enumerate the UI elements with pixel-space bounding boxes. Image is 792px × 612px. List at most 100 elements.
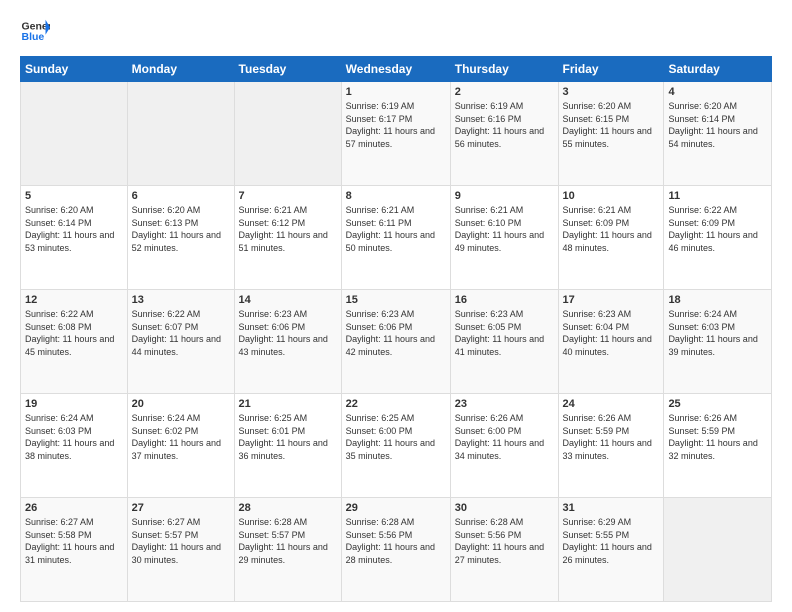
week-row-2: 5Sunrise: 6:20 AM Sunset: 6:14 PM Daylig…: [21, 186, 772, 290]
week-row-5: 26 Sunrise: 6:27 AM Sunset: 5:58 PM Dayli…: [21, 498, 772, 602]
day-number: 18: [668, 294, 767, 306]
day-info: Sunrise: 6:23 AM Sunset: 6:05 PM Dayligh…: [455, 308, 554, 358]
day-number: 20: [132, 398, 230, 410]
day-number: 11: [668, 190, 767, 202]
calendar-cell: 15Sunrise: 6:23 AM Sunset: 6:06 PM Dayli…: [341, 290, 450, 394]
calendar-cell: 12 Sunrise: 6:22 AM Sunset: 6:08 PM Dayli…: [21, 290, 128, 394]
calendar-cell: 7 Sunrise: 6:21 AM Sunset: 6:12 PM Daylig…: [234, 186, 341, 290]
calendar-cell: 6Sunrise: 6:20 AM Sunset: 6:13 PM Daylig…: [127, 186, 234, 290]
day-number: 26: [25, 502, 123, 514]
day-number: 27: [132, 502, 230, 514]
day-info: Sunrise: 6:21 AM Sunset: 6:10 PM Dayligh…: [455, 204, 554, 254]
day-info: Sunrise: 6:20 AM Sunset: 6:15 PM Dayligh…: [563, 100, 660, 150]
day-info: Sunrise: 6:26 AM Sunset: 6:00 PM Dayligh…: [455, 412, 554, 462]
day-number: 19: [25, 398, 123, 410]
calendar-cell: 20 Sunrise: 6:24 AM Sunset: 6:02 PM Dayli…: [127, 394, 234, 498]
calendar-cell: 26 Sunrise: 6:27 AM Sunset: 5:58 PM Dayli…: [21, 498, 128, 602]
calendar-cell: 25Sunrise: 6:26 AM Sunset: 5:59 PM Dayli…: [664, 394, 772, 498]
days-header-row: SundayMondayTuesdayWednesdayThursdayFrid…: [21, 57, 772, 82]
day-info: Sunrise: 6:21 AM Sunset: 6:11 PM Dayligh…: [346, 204, 446, 254]
day-header-wednesday: Wednesday: [341, 57, 450, 82]
day-number: 24: [563, 398, 660, 410]
calendar-cell: [664, 498, 772, 602]
day-info: Sunrise: 6:28 AM Sunset: 5:56 PM Dayligh…: [455, 516, 554, 566]
day-number: 16: [455, 294, 554, 306]
day-info: Sunrise: 6:23 AM Sunset: 6:06 PM Dayligh…: [239, 308, 337, 358]
day-header-thursday: Thursday: [450, 57, 558, 82]
day-info: Sunrise: 6:25 AM Sunset: 6:01 PM Dayligh…: [239, 412, 337, 462]
calendar-cell: 5Sunrise: 6:20 AM Sunset: 6:14 PM Daylig…: [21, 186, 128, 290]
week-row-1: 1 Sunrise: 6:19 AM Sunset: 6:17 PM Daylig…: [21, 82, 772, 186]
day-number: 13: [132, 294, 230, 306]
day-number: 28: [239, 502, 337, 514]
calendar-cell: 13 Sunrise: 6:22 AM Sunset: 6:07 PM Dayli…: [127, 290, 234, 394]
calendar-cell: 10 Sunrise: 6:21 AM Sunset: 6:09 PM Dayli…: [558, 186, 664, 290]
logo-icon: General Blue: [20, 16, 50, 46]
day-number: 12: [25, 294, 123, 306]
calendar-cell: [21, 82, 128, 186]
day-info: Sunrise: 6:27 AM Sunset: 5:57 PM Dayligh…: [132, 516, 230, 566]
calendar-cell: 27 Sunrise: 6:27 AM Sunset: 5:57 PM Dayli…: [127, 498, 234, 602]
day-info: Sunrise: 6:22 AM Sunset: 6:07 PM Dayligh…: [132, 308, 230, 358]
day-number: 25: [668, 398, 767, 410]
day-number: 21: [239, 398, 337, 410]
calendar-cell: 18Sunrise: 6:24 AM Sunset: 6:03 PM Dayli…: [664, 290, 772, 394]
calendar-cell: 19 Sunrise: 6:24 AM Sunset: 6:03 PM Dayli…: [21, 394, 128, 498]
day-info: Sunrise: 6:28 AM Sunset: 5:57 PM Dayligh…: [239, 516, 337, 566]
day-info: Sunrise: 6:22 AM Sunset: 6:08 PM Dayligh…: [25, 308, 123, 358]
calendar-cell: 28 Sunrise: 6:28 AM Sunset: 5:57 PM Dayli…: [234, 498, 341, 602]
calendar-cell: 21 Sunrise: 6:25 AM Sunset: 6:01 PM Dayli…: [234, 394, 341, 498]
calendar-cell: 9 Sunrise: 6:21 AM Sunset: 6:10 PM Daylig…: [450, 186, 558, 290]
day-info: Sunrise: 6:26 AM Sunset: 5:59 PM Dayligh…: [563, 412, 660, 462]
day-header-sunday: Sunday: [21, 57, 128, 82]
day-info: Sunrise: 6:20 AM Sunset: 6:14 PM Dayligh…: [668, 100, 767, 150]
day-info: Sunrise: 6:23 AM Sunset: 6:06 PM Dayligh…: [346, 308, 446, 358]
header: General Blue: [20, 16, 772, 46]
calendar-cell: 17 Sunrise: 6:23 AM Sunset: 6:04 PM Dayli…: [558, 290, 664, 394]
calendar-cell: 23Sunrise: 6:26 AM Sunset: 6:00 PM Dayli…: [450, 394, 558, 498]
week-row-4: 19 Sunrise: 6:24 AM Sunset: 6:03 PM Dayli…: [21, 394, 772, 498]
svg-text:Blue: Blue: [22, 31, 45, 43]
day-header-friday: Friday: [558, 57, 664, 82]
calendar-cell: 24 Sunrise: 6:26 AM Sunset: 5:59 PM Dayli…: [558, 394, 664, 498]
calendar-cell: 8 Sunrise: 6:21 AM Sunset: 6:11 PM Daylig…: [341, 186, 450, 290]
day-number: 14: [239, 294, 337, 306]
day-info: Sunrise: 6:21 AM Sunset: 6:12 PM Dayligh…: [239, 204, 337, 254]
week-row-3: 12 Sunrise: 6:22 AM Sunset: 6:08 PM Dayli…: [21, 290, 772, 394]
day-info: Sunrise: 6:24 AM Sunset: 6:03 PM Dayligh…: [25, 412, 123, 462]
day-number: 9: [455, 190, 554, 202]
day-info: Sunrise: 6:25 AM Sunset: 6:00 PM Dayligh…: [346, 412, 446, 462]
day-number: 7: [239, 190, 337, 202]
day-info: Sunrise: 6:19 AM Sunset: 6:17 PM Dayligh…: [346, 100, 446, 150]
day-number: 31: [563, 502, 660, 514]
day-number: 17: [563, 294, 660, 306]
calendar-cell: 3Sunrise: 6:20 AM Sunset: 6:15 PM Daylig…: [558, 82, 664, 186]
logo: General Blue: [20, 16, 50, 46]
day-number: 2: [455, 86, 554, 98]
day-number: 30: [455, 502, 554, 514]
day-info: Sunrise: 6:23 AM Sunset: 6:04 PM Dayligh…: [563, 308, 660, 358]
day-info: Sunrise: 6:27 AM Sunset: 5:58 PM Dayligh…: [25, 516, 123, 566]
calendar-cell: 22Sunrise: 6:25 AM Sunset: 6:00 PM Dayli…: [341, 394, 450, 498]
day-header-monday: Monday: [127, 57, 234, 82]
day-header-tuesday: Tuesday: [234, 57, 341, 82]
calendar-cell: 1 Sunrise: 6:19 AM Sunset: 6:17 PM Daylig…: [341, 82, 450, 186]
calendar-cell: 30 Sunrise: 6:28 AM Sunset: 5:56 PM Dayli…: [450, 498, 558, 602]
day-number: 10: [563, 190, 660, 202]
calendar-table: SundayMondayTuesdayWednesdayThursdayFrid…: [20, 56, 772, 602]
calendar-cell: 16 Sunrise: 6:23 AM Sunset: 6:05 PM Dayli…: [450, 290, 558, 394]
day-header-saturday: Saturday: [664, 57, 772, 82]
calendar-cell: 2Sunrise: 6:19 AM Sunset: 6:16 PM Daylig…: [450, 82, 558, 186]
day-info: Sunrise: 6:20 AM Sunset: 6:14 PM Dayligh…: [25, 204, 123, 254]
day-info: Sunrise: 6:28 AM Sunset: 5:56 PM Dayligh…: [346, 516, 446, 566]
day-number: 8: [346, 190, 446, 202]
day-info: Sunrise: 6:21 AM Sunset: 6:09 PM Dayligh…: [563, 204, 660, 254]
calendar-cell: 14 Sunrise: 6:23 AM Sunset: 6:06 PM Dayli…: [234, 290, 341, 394]
day-number: 6: [132, 190, 230, 202]
day-info: Sunrise: 6:29 AM Sunset: 5:55 PM Dayligh…: [563, 516, 660, 566]
day-info: Sunrise: 6:24 AM Sunset: 6:02 PM Dayligh…: [132, 412, 230, 462]
day-number: 1: [346, 86, 446, 98]
page: General Blue SundayMondayTuesdayWednesda…: [0, 0, 792, 612]
calendar-cell: 4Sunrise: 6:20 AM Sunset: 6:14 PM Daylig…: [664, 82, 772, 186]
calendar-cell: [127, 82, 234, 186]
